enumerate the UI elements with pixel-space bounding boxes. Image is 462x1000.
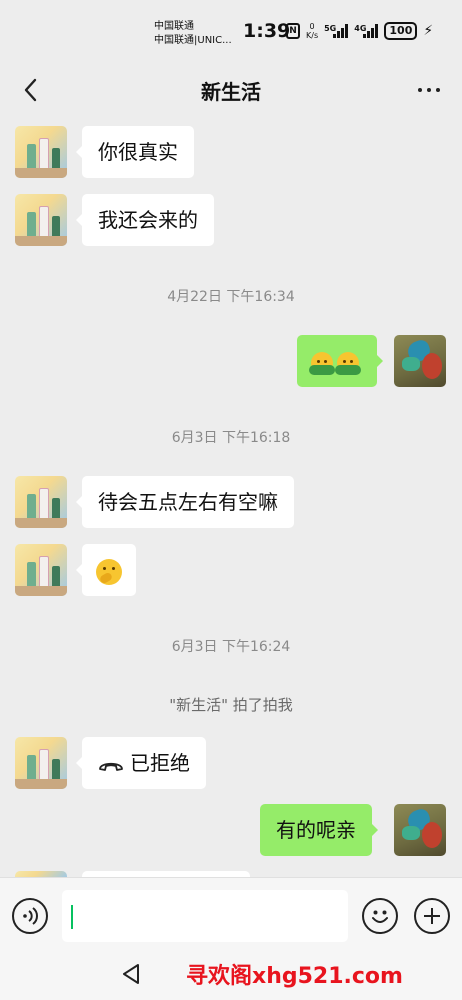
battery-icon: 100 (384, 22, 418, 40)
text-cursor (71, 905, 73, 929)
phone-hangup-icon (99, 762, 123, 771)
message-bubble-incoming[interactable]: 我还会来的 (76, 194, 214, 246)
more-functions-button[interactable] (414, 898, 450, 934)
contact-avatar[interactable] (15, 194, 67, 246)
network-speed: 0 K/s (306, 22, 319, 40)
my-avatar[interactable] (394, 335, 446, 387)
call-record-bubble[interactable]: 已拒绝 (76, 737, 206, 789)
voice-input-button[interactable] (12, 898, 48, 934)
timestamp: 6月3日 下午16:24 (171, 639, 291, 655)
emoji-button[interactable] (362, 898, 398, 934)
timestamp: 6月3日 下午16:18 (171, 430, 291, 446)
thinking-emoji-icon (96, 558, 122, 585)
system-nav-bar: 寻欢阁xhg521.com (0, 953, 462, 1000)
carrier-primary: 中国联通 (154, 21, 194, 32)
message-bubble-incoming[interactable]: 待会五点左右有空嘛 (76, 476, 294, 528)
status-icons: N 0 K/s 5G 4G 100 ⚡ (286, 22, 433, 40)
message-input[interactable] (62, 890, 348, 942)
call-status-text: 已拒绝 (130, 751, 190, 775)
message-bubble-incoming[interactable]: 你很真实 (76, 126, 194, 178)
my-avatar[interactable] (394, 804, 446, 856)
smiley-icon (372, 910, 388, 923)
carrier-info: 中国联通 中国联通|UNIC... (154, 20, 232, 48)
contact-avatar[interactable] (15, 126, 67, 178)
timestamp: 4月22日 下午16:34 (167, 289, 295, 305)
watermark-text: 寻欢阁xhg521.com (186, 964, 403, 989)
chat-title: 新生活 (201, 80, 261, 104)
contact-avatar[interactable] (15, 476, 67, 528)
signal-5g-icon: 5G (324, 24, 349, 38)
chat-header: 新生活 (0, 62, 462, 118)
hug-emoji-icon (309, 351, 335, 375)
signal-4g-icon: 4G (354, 24, 379, 38)
message-bubble-outgoing-emoji[interactable] (297, 335, 383, 387)
voice-icon (23, 907, 38, 925)
nav-back-icon[interactable] (120, 963, 142, 985)
status-bar: 中国联通 中国联通|UNIC... 1:39 N 0 K/s 5G 4G 100 … (0, 0, 462, 62)
carrier-secondary: 中国联通|UNIC... (154, 35, 232, 46)
more-dots-icon (418, 88, 422, 92)
message-bubble-outgoing[interactable]: 有的呢亲 (260, 804, 378, 856)
status-time: 1:39 (243, 20, 291, 42)
charging-icon: ⚡ (423, 23, 434, 39)
pat-notice: "新生活" 拍了拍我 (169, 696, 293, 714)
nfc-icon: N (286, 23, 300, 39)
contact-avatar[interactable] (15, 544, 67, 596)
hug-emoji-icon (335, 351, 361, 375)
message-bubble-incoming-emoji[interactable] (76, 544, 136, 596)
more-options-button[interactable] (418, 88, 440, 92)
contact-avatar[interactable] (15, 737, 67, 789)
chat-input-bar (0, 877, 462, 953)
